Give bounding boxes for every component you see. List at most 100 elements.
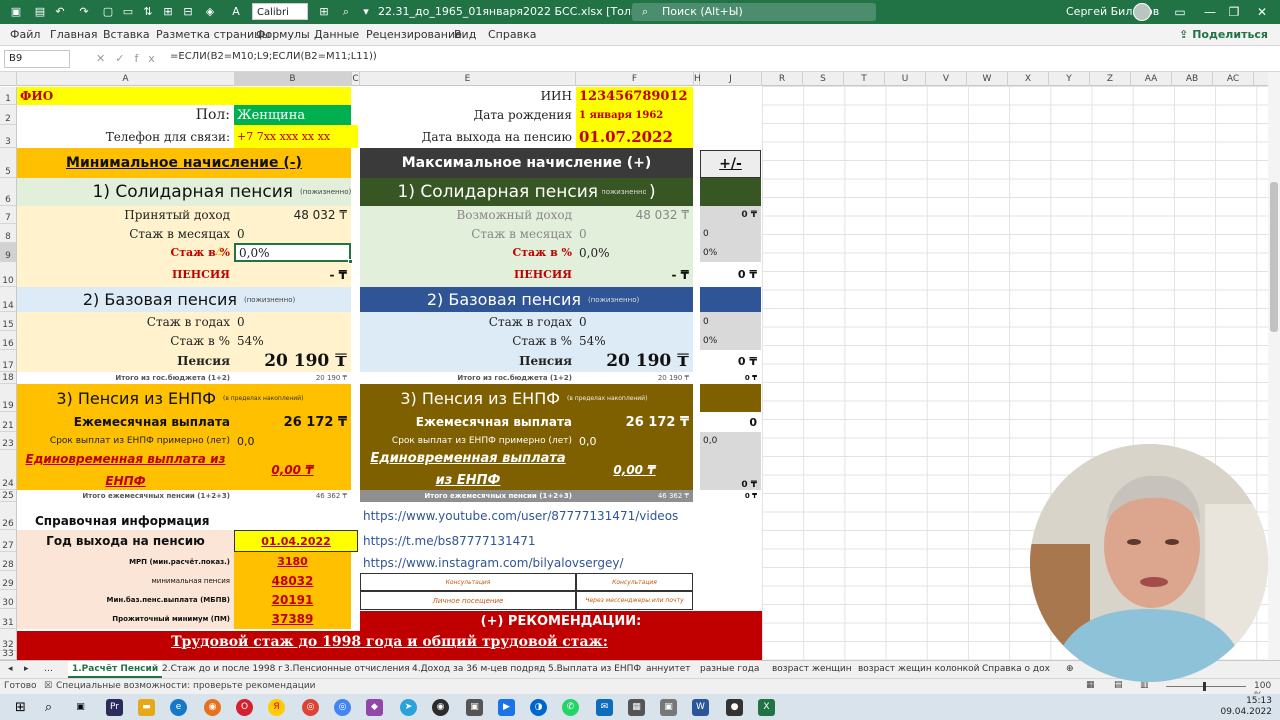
whatsapp-icon[interactable]: ✆: [562, 699, 579, 716]
row-header[interactable]: 27: [0, 530, 17, 552]
yandex-icon[interactable]: Я: [268, 699, 285, 716]
font-name-box[interactable]: Calibri: [252, 3, 308, 20]
save-icon[interactable]: ▤: [32, 4, 48, 20]
tab-home[interactable]: Главная: [50, 28, 98, 41]
tab-data[interactable]: Данные: [314, 28, 359, 41]
row-header[interactable]: 23: [0, 432, 17, 450]
row-header[interactable]: 33: [0, 649, 17, 660]
close-icon[interactable]: ✕: [1254, 4, 1270, 20]
obs-icon[interactable]: ◉: [432, 699, 449, 716]
sort-icon[interactable]: ⇅: [140, 4, 156, 20]
column-header-e[interactable]: E: [360, 72, 576, 86]
word-icon[interactable]: W: [692, 699, 709, 716]
ribbon-display-icon[interactable]: ▭: [1172, 4, 1188, 20]
chrome-alt-icon[interactable]: ◎: [334, 699, 351, 716]
tab-file[interactable]: Файл: [10, 28, 40, 41]
tab-scroll-right-icon[interactable]: ▸: [20, 661, 33, 678]
column-header-c[interactable]: C: [352, 72, 360, 86]
app-icon-4[interactable]: ▦: [628, 699, 645, 716]
select-all-corner[interactable]: [0, 72, 17, 86]
column-header-s[interactable]: S: [803, 72, 844, 86]
premiere-icon[interactable]: Pr: [106, 699, 123, 716]
row-header[interactable]: 26: [0, 502, 17, 530]
zoom-icon[interactable]: ▶: [498, 699, 515, 716]
row-header[interactable]: 18: [0, 372, 17, 384]
cancel-icon[interactable]: ✕: [96, 52, 115, 65]
column-header-ab[interactable]: AB: [1172, 72, 1213, 86]
column-header-b[interactable]: B: [234, 72, 352, 86]
formula-input[interactable]: =ЕСЛИ(B2=M10;L9;ЕСЛИ(B2=M11;L11)): [170, 51, 377, 62]
normal-view-icon[interactable]: ▦: [1086, 680, 1095, 690]
tab-help[interactable]: Справка: [488, 28, 536, 41]
sheet-tab-9[interactable]: возраст жещин колонкой: [854, 661, 983, 678]
link-instagram[interactable]: https://www.instagram.com/bilyalovsergey…: [360, 553, 700, 573]
excel-icon[interactable]: X: [758, 699, 775, 716]
sheet-tab-1[interactable]: 1.Расчёт Пенсий: [68, 661, 163, 678]
sheet-tab-10[interactable]: Справка о дох: [978, 661, 1054, 678]
folder-icon[interactable]: ▬: [138, 699, 155, 716]
row-header[interactable]: 8: [0, 224, 17, 243]
add-sheet-icon[interactable]: ⊕: [1062, 661, 1078, 678]
edge-icon[interactable]: e: [170, 699, 187, 716]
row-header[interactable]: 3: [0, 125, 17, 148]
tab-view[interactable]: Вид: [454, 28, 476, 41]
column-header-w[interactable]: W: [967, 72, 1008, 86]
row-header[interactable]: 24: [0, 450, 17, 490]
format-icon[interactable]: ⊞: [316, 4, 332, 20]
page-layout-view-icon[interactable]: ▤: [1114, 680, 1123, 690]
autosave-icon[interactable]: ▣: [8, 4, 24, 20]
app-icon-2[interactable]: ▣: [466, 699, 483, 716]
column-header-j[interactable]: J: [700, 72, 762, 86]
app-icon[interactable]: ◆: [366, 699, 383, 716]
name-box[interactable]: B9: [4, 50, 70, 68]
telegram-icon[interactable]: ➤: [400, 699, 417, 716]
restore-icon[interactable]: ❐: [1226, 4, 1242, 20]
app-icon-6[interactable]: ●: [726, 699, 743, 716]
row-header[interactable]: 10: [0, 262, 17, 287]
sheet-tab-6[interactable]: аннуитет: [642, 661, 694, 678]
row-header[interactable]: 16: [0, 331, 17, 350]
link-telegram[interactable]: https://t.me/bs87777131471: [360, 530, 700, 552]
share-button[interactable]: ⇪ Поделиться: [1179, 26, 1268, 44]
row-header[interactable]: 9: [0, 243, 17, 262]
tab-scroll-left-icon[interactable]: ◂: [4, 661, 17, 678]
sheet-tab-4[interactable]: 4.Доход за 36 м-цев подряд: [408, 661, 549, 678]
row-header[interactable]: 14: [0, 287, 17, 312]
column-header-v[interactable]: V: [926, 72, 967, 86]
find-icon[interactable]: ⌕: [338, 4, 354, 20]
row-header[interactable]: 1: [0, 87, 17, 105]
tab-more-icon[interactable]: …: [40, 661, 57, 678]
column-header-aa[interactable]: AA: [1131, 72, 1172, 86]
search-box[interactable]: ⌕ Поиск (Alt+Ы): [632, 3, 876, 21]
sheet-tab-2[interactable]: 2.Стаж до и после 1998 г: [158, 661, 287, 678]
clock[interactable]: 15:13 09.04.2022: [1220, 696, 1272, 718]
column-header-a[interactable]: A: [17, 72, 235, 86]
filter-icon[interactable]: ⊞: [160, 4, 176, 20]
minimize-icon[interactable]: —: [1202, 4, 1218, 20]
sheet-tab-5[interactable]: 5.Выплата из ЕНПФ: [544, 661, 645, 678]
tab-formulas[interactable]: Формулы: [256, 28, 310, 41]
column-header-r[interactable]: R: [762, 72, 803, 86]
open-file-icon[interactable]: ▭: [120, 4, 136, 20]
borders-icon[interactable]: ⊟: [180, 4, 196, 20]
row-header[interactable]: 19: [0, 384, 17, 412]
column-header-x[interactable]: X: [1008, 72, 1049, 86]
undo-icon[interactable]: ↶: [52, 4, 68, 20]
tab-page-layout[interactable]: Разметка страницы: [156, 28, 270, 41]
row-header[interactable]: 17: [0, 350, 17, 372]
column-header-f[interactable]: F: [576, 72, 694, 86]
fill-color-icon[interactable]: ◈: [202, 4, 218, 20]
row-header[interactable]: 6: [0, 178, 17, 206]
sheet-tab-8[interactable]: возраст женщин: [768, 661, 856, 678]
row-header[interactable]: 29: [0, 571, 17, 590]
exp-percent-value[interactable]: 0,0%: [234, 243, 351, 262]
app-icon-3[interactable]: ◑: [530, 699, 547, 716]
row-header[interactable]: 30: [0, 590, 17, 609]
retire-year-value[interactable]: 01.04.2022: [234, 530, 358, 552]
column-header-u[interactable]: U: [885, 72, 926, 86]
firefox-icon[interactable]: ◉: [204, 699, 221, 716]
mail-icon[interactable]: ✉: [596, 699, 613, 716]
sheet-tab-7[interactable]: разные года: [696, 661, 763, 678]
row-header[interactable]: 7: [0, 206, 17, 224]
task-view-icon[interactable]: ▣: [72, 699, 89, 716]
